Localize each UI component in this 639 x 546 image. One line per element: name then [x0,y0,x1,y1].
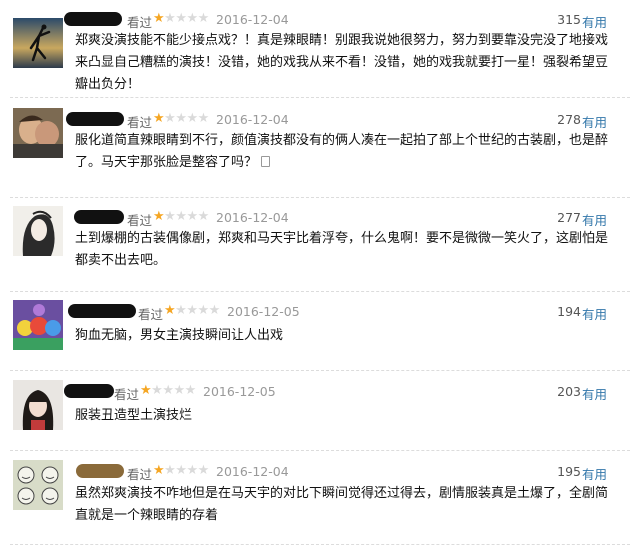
star-empty-icon: ★ [197,11,210,26]
star-empty-icon: ★ [175,111,187,126]
review-text: 狗血无脑，男女主演技瞬间让人出戏 [75,328,284,343]
review-item: 看过 ★★★★★ 2016-12-05 203 有用 服装丑造型土演技烂 [0,372,639,450]
avatar[interactable] [13,18,63,68]
review-text: 虽然郑爽演技不咋地但是在马天宇的对比下瞬间觉得还过得去，剧情服装真是土爆了，全剧… [75,486,609,523]
star-empty-icon: ★ [164,209,176,224]
star-empty-icon: ★ [197,303,209,318]
star-empty-icon: ★ [173,383,185,398]
star-empty-icon: ★ [186,463,198,478]
star-empty-icon: ★ [184,383,197,398]
watch-status: 看过 [138,307,164,322]
star-empty-icon: ★ [164,463,176,478]
watch-status: 看过 [127,467,153,482]
useful-button[interactable]: 有用 [582,464,607,483]
review-text-content: 服化道简直辣眼睛到不行，颜值演技都没有的俩人凑在一起拍了部上个世纪的古装剧，也是… [75,133,609,170]
review-text: 郑爽没演技能不能少接点戏？！真是辣眼睛！别跟我说她很努力，努力到要靠没完没了地接… [75,33,609,92]
useful-count: 315 [557,12,581,27]
avatar-cartoon-characters-icon [13,300,63,350]
star-empty-icon: ★ [164,111,176,126]
watch-status: 看过 [127,115,153,130]
star-empty-icon: ★ [197,463,210,478]
avatar-couple-photo-icon [13,108,63,158]
avatar[interactable] [13,108,63,158]
star-filled-icon: ★ [140,383,152,398]
review-item: 看过 ★★★★★ 2016-12-04 315 有用 郑爽没演技能不能少接点戏？… [0,0,639,100]
review-item: 看过 ★★★★★ 2016-12-04 278 有用 服化道简直辣眼睛到不行，颜… [0,100,639,198]
star-filled-icon: ★ [164,303,176,318]
star-empty-icon: ★ [151,383,163,398]
review-item: 看过 ★★★★★ 2016-12-04 195 有用 虽然郑爽演技不咋地但是在马… [0,452,639,546]
star-empty-icon: ★ [164,11,176,26]
useful-count: 203 [557,384,581,399]
rating-stars: ★★★★★ [153,111,209,126]
star-empty-icon: ★ [208,303,221,318]
divider [10,450,630,451]
avatar-meme-faces-icon [13,460,63,510]
star-empty-icon: ★ [186,111,198,126]
review-text: 服化道简直辣眼睛到不行，颜值演技都没有的俩人凑在一起拍了部上个世纪的古装剧，也是… [75,130,615,174]
star-empty-icon: ★ [175,463,187,478]
useful-count: 194 [557,304,581,319]
review-text: 服装丑造型土演技烂 [75,408,193,423]
star-empty-icon: ★ [197,111,210,126]
useful-button[interactable]: 有用 [582,210,607,229]
useful-button[interactable]: 有用 [582,304,607,323]
review-item: 看过 ★★★★★ 2016-12-04 277 有用 土到爆棚的古装偶像剧，郑爽… [0,198,639,290]
useful-count: 277 [557,210,581,225]
divider [10,370,630,371]
useful-count: 278 [557,112,581,127]
rating-stars: ★★★★★ [153,463,209,478]
star-empty-icon: ★ [197,209,210,224]
star-empty-icon: ★ [186,209,198,224]
star-empty-icon: ★ [175,209,187,224]
star-empty-icon: ★ [175,303,187,318]
review-date: 2016-12-04 [216,464,289,479]
review-date: 2016-12-04 [216,12,289,27]
star-empty-icon: ★ [175,11,187,26]
star-empty-icon: ★ [162,383,174,398]
review-text: 土到爆棚的古装偶像剧，郑爽和马天宇比着浮夸，什么鬼啊！要不是微微一笑火了，这剧怕… [75,231,609,268]
redacted-username [64,12,122,26]
review-date: 2016-12-04 [216,112,289,127]
divider [10,544,630,545]
review-date: 2016-12-05 [227,304,300,319]
star-empty-icon: ★ [186,11,198,26]
useful-button[interactable]: 有用 [582,112,607,131]
avatar[interactable] [13,380,63,430]
watch-status: 看过 [127,15,153,30]
divider [10,97,630,98]
avatar-silhouette-dancer-icon [13,18,63,68]
avatar[interactable] [13,300,63,350]
star-empty-icon: ★ [186,303,198,318]
watch-status: 看过 [114,387,140,402]
star-filled-icon: ★ [153,11,165,26]
redacted-username [68,304,136,318]
avatar[interactable] [13,206,63,256]
redacted-username [64,384,114,398]
star-filled-icon: ★ [153,111,165,126]
review-date: 2016-12-04 [216,210,289,225]
star-filled-icon: ★ [153,463,165,478]
watch-status: 看过 [127,213,153,228]
rating-stars: ★★★★★ [153,11,209,26]
review-date: 2016-12-05 [203,384,276,399]
rating-stars: ★★★★★ [164,303,220,318]
rating-stars: ★★★★★ [153,209,209,224]
useful-button[interactable]: 有用 [582,12,607,31]
rating-stars: ★★★★★ [140,383,196,398]
redacted-username [66,112,124,126]
useful-button[interactable]: 有用 [582,384,607,403]
redacted-username [76,464,124,478]
star-filled-icon: ★ [153,209,165,224]
avatar[interactable] [13,460,63,510]
avatar-girl-photo-icon [13,380,63,430]
avatar-ink-portrait-icon [13,206,63,256]
redacted-username [74,210,124,224]
useful-count: 195 [557,464,581,479]
review-item: 看过 ★★★★★ 2016-12-05 194 有用 狗血无脑，男女主演技瞬间让… [0,292,639,370]
mobile-phone-icon [261,156,271,167]
